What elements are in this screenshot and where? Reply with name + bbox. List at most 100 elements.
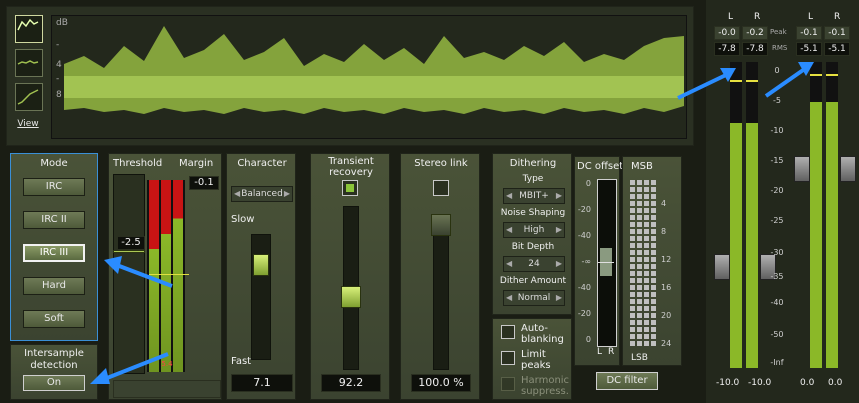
character-slider-handle[interactable] (253, 254, 269, 276)
noise-shaping-label: Noise Shaping (500, 208, 566, 218)
mode-panel: Mode IRC IRC II IRC III Hard Soft (10, 153, 98, 341)
autoblanking-checkbox[interactable] (501, 325, 515, 339)
view-label[interactable]: View (13, 119, 43, 129)
transient-slider-handle[interactable] (341, 286, 361, 308)
waveform-scale-3: - (56, 74, 60, 84)
autoblanking-line1: Auto- (521, 323, 549, 334)
dc-offset-title: DC offset (577, 161, 624, 172)
dither-amount-label: Dither Amount (499, 276, 567, 286)
meter-scale-25: -25 (770, 216, 784, 225)
harmonic-line2: suppress. (521, 386, 569, 397)
mode-irc2-button[interactable]: IRC II (23, 211, 85, 229)
out-peak-r: -0.1 (824, 26, 850, 40)
mode-irc3-button[interactable]: IRC III (23, 244, 85, 262)
dc-filter-button[interactable]: DC filter (596, 372, 658, 390)
limit-peaks-checkbox[interactable] (501, 351, 515, 365)
msb-scale-4: 4 (661, 199, 667, 208)
view-waveform-button[interactable] (15, 15, 43, 43)
dither-amount-value: Normal (517, 293, 551, 303)
stereo-checkbox[interactable] (433, 180, 449, 196)
meter-scale-30: -30 (770, 248, 784, 257)
in-rms-l: -7.8 (714, 42, 740, 56)
meter-in-l-rms (730, 123, 742, 368)
level-icon (17, 60, 39, 65)
transient-value[interactable]: 92.2 (321, 374, 381, 392)
meter-out-l-rms (810, 102, 822, 368)
noise-shaping-value: High (523, 225, 545, 235)
msb-panel: MSB 4 8 12 16 20 24 LSB (622, 156, 682, 366)
intersample-title-line2: detection (30, 360, 78, 371)
dc-scale-1: -20 (577, 205, 591, 214)
waveform-graph (64, 26, 684, 114)
input-gain-fader-l[interactable] (714, 254, 730, 280)
intersample-title-line1: Intersample (24, 348, 84, 359)
msb-scale-24: 24 (661, 339, 672, 348)
stereo-slider-track[interactable] (433, 214, 449, 370)
meter-out-r-rms (826, 102, 838, 368)
mode-soft-button[interactable]: Soft (23, 310, 85, 328)
mode-irc-button[interactable]: IRC (23, 178, 85, 196)
in-bottom-l: -10.0 (716, 378, 740, 388)
meter-scale-35: -35 (770, 272, 784, 281)
meter-scale-15: -15 (770, 156, 784, 165)
out-rms-r: -5.1 (824, 42, 850, 56)
margin-title: Margin (179, 158, 214, 169)
fast-label: Fast (231, 356, 252, 367)
view-history-button[interactable] (15, 83, 43, 111)
dc-l-label: L (597, 347, 603, 357)
transient-checkbox[interactable] (342, 180, 358, 196)
intersample-panel: Intersample detection On (10, 344, 98, 400)
output-ceiling-fader-r[interactable] (840, 156, 856, 182)
threshold-value[interactable]: -2.5 (117, 236, 145, 250)
dither-amount-selector[interactable]: ◀ Normal ▶ (503, 290, 565, 306)
dithering-panel: Dithering Type ◀ MBIT+ ▶ Noise Shaping ◀ Hi… (492, 153, 572, 315)
dc-scale-6: 0 (585, 335, 591, 344)
dither-type-selector[interactable]: ◀ MBIT+ ▶ (503, 188, 565, 204)
mode-hard-button[interactable]: Hard (23, 277, 85, 295)
margin-value[interactable]: -0.1 (189, 176, 219, 190)
dc-meter-center (598, 262, 614, 263)
bit-depth-selector[interactable]: ◀ 24 ▶ (503, 256, 565, 272)
peak-label: Peak (770, 28, 787, 36)
waveform-panel: View dB - 4 - 8 (6, 6, 694, 146)
character-value[interactable]: 7.1 (231, 374, 293, 392)
out-rms-l: -5.1 (796, 42, 822, 56)
annotation-arrow-input-meter (677, 68, 736, 100)
harmonic-line1: Harmonic (521, 375, 570, 386)
waveform-view-selector: View (15, 15, 43, 133)
stereo-value[interactable]: 100.0 % (411, 374, 471, 392)
character-selector[interactable]: ◀ Balanced ▶ (231, 186, 293, 202)
stereo-slider-handle[interactable] (431, 214, 451, 236)
meter-out-r (826, 62, 838, 368)
meter-scale-40: -40 (770, 298, 784, 307)
transient-panel: Transient recovery 92.2 (310, 153, 390, 400)
dc-scale-3: -∞ (581, 257, 591, 266)
out-bottom-r: 0.0 (828, 378, 843, 388)
msb-title: MSB (631, 161, 653, 172)
msb-bit-grid (630, 180, 656, 346)
dither-type-label: Type (522, 174, 544, 184)
out-r-label: R (834, 12, 841, 22)
slow-label: Slow (231, 214, 255, 225)
meter-scale-20: -20 (770, 186, 784, 195)
character-slider-track[interactable] (251, 234, 271, 360)
stereo-title: Stereo link (414, 158, 468, 169)
harmonic-checkbox[interactable] (501, 377, 515, 391)
dc-r-label: R (608, 347, 615, 357)
noise-shaping-selector[interactable]: ◀ High ▶ (503, 222, 565, 238)
meter-in-r (746, 62, 758, 368)
intersample-toggle[interactable]: On (23, 375, 85, 391)
view-level-button[interactable] (15, 49, 43, 77)
dc-scale-4: -40 (577, 283, 591, 292)
dither-type-value: MBIT+ (519, 191, 549, 201)
waveform-scale-4: 8 (56, 90, 62, 100)
msb-scale-12: 12 (661, 255, 672, 264)
waveform-scale-2: 4 (56, 60, 62, 70)
dc-meter (597, 179, 617, 347)
dither-options-panel: Auto- blanking Limit peaks Harmonic supp… (492, 318, 572, 400)
dc-scale-5: -20 (577, 309, 591, 318)
threshold-title: Threshold (113, 158, 163, 169)
waveform-icon (17, 18, 39, 31)
output-ceiling-fader-l[interactable] (794, 156, 810, 182)
mode-title: Mode (40, 158, 68, 169)
